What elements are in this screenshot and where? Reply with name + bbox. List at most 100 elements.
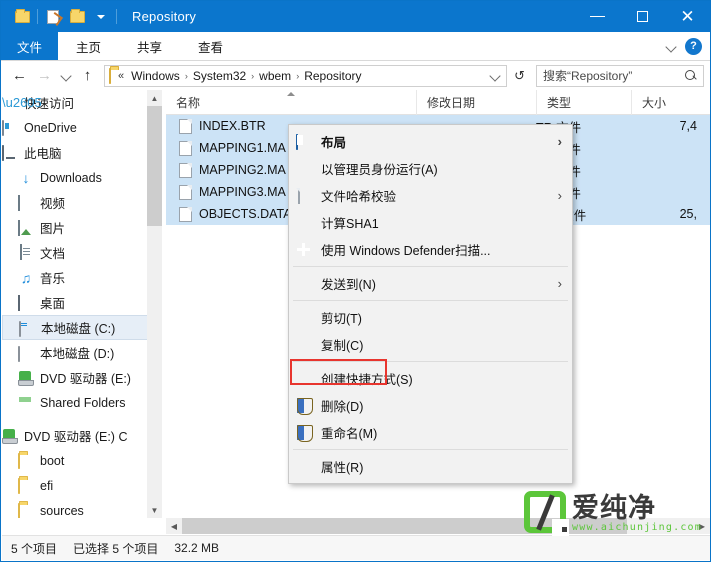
sidebar-item-label: 图片 bbox=[40, 222, 66, 236]
address-breadcrumb-box[interactable]: « Windows › System32 › wbem › Repository bbox=[104, 64, 507, 87]
sidebar-item-this-pc[interactable]: 此电脑 bbox=[2, 140, 154, 165]
file-name: OBJECTS.DATA bbox=[199, 207, 292, 221]
column-label-size: 大小 bbox=[642, 95, 667, 110]
navigation-pane[interactable]: \u2605 快速访问 OneDrive 此电脑 ↓ Downloads 视频 … bbox=[2, 90, 154, 518]
sidebar-item-sources[interactable]: sources bbox=[2, 498, 154, 518]
sidebar-item-music[interactable]: ♫ 音乐 bbox=[2, 265, 154, 290]
file-size-cell: 25, bbox=[679, 207, 697, 221]
context-menu-label: 发送到(N) bbox=[321, 278, 376, 292]
sidebar-item-downloads[interactable]: ↓ Downloads bbox=[2, 165, 154, 190]
up-button[interactable]: ↑ bbox=[75, 63, 100, 88]
sidebar-item-shared-folders[interactable]: Shared Folders bbox=[2, 390, 154, 415]
sidebar-item-videos[interactable]: 视频 bbox=[2, 190, 154, 215]
file-icon bbox=[179, 206, 192, 222]
layout-icon bbox=[295, 133, 313, 151]
sidebar-item-pictures[interactable]: 图片 bbox=[2, 215, 154, 240]
shield-icon bbox=[295, 397, 313, 415]
address-right-controls bbox=[491, 71, 502, 80]
back-button[interactable]: ← bbox=[7, 63, 32, 88]
tab-file[interactable]: 文件 bbox=[1, 32, 59, 60]
chevron-down-icon[interactable] bbox=[667, 42, 676, 51]
file-size-cell: 7,4 bbox=[679, 119, 697, 133]
refresh-button[interactable]: ↻ bbox=[507, 63, 532, 88]
minimize-button[interactable] bbox=[575, 1, 620, 32]
tab-share[interactable]: 共享 bbox=[119, 32, 180, 60]
context-menu-item-run-as-admin[interactable]: 以管理员身份运行(A) bbox=[289, 155, 572, 182]
sidebar-item-label: OneDrive bbox=[24, 120, 77, 135]
scrollbar-thumb[interactable] bbox=[147, 106, 162, 226]
context-menu-label: 重命名(M) bbox=[321, 427, 378, 441]
navigation-pane-scrollbar[interactable]: ▲ ▼ bbox=[147, 90, 162, 518]
context-menu-item-copy[interactable]: 复制(C) bbox=[289, 331, 572, 358]
maximize-button[interactable] bbox=[620, 1, 665, 32]
breadcrumb-item-wbem[interactable]: wbem bbox=[255, 69, 295, 83]
chevron-right-icon: › bbox=[557, 134, 562, 149]
breadcrumb-item-system32[interactable]: System32 bbox=[189, 69, 250, 83]
address-bar-row: ← → ↑ « Windows › System32 › wbem › Repo… bbox=[1, 61, 710, 90]
dvd-drive-icon bbox=[2, 428, 18, 444]
column-header-size[interactable]: 大小 bbox=[631, 89, 701, 115]
sidebar-item-local-disk-c[interactable]: 本地磁盘 (C:) bbox=[2, 315, 154, 340]
this-pc-icon bbox=[2, 144, 18, 161]
breadcrumb-item-windows[interactable]: Windows bbox=[127, 69, 184, 83]
column-label-date: 修改日期 bbox=[427, 95, 476, 110]
close-button[interactable]: ✕ bbox=[665, 1, 710, 32]
context-menu-item-send-to[interactable]: 发送到(N) › bbox=[289, 270, 572, 297]
sidebar-item-local-disk-d[interactable]: 本地磁盘 (D:) bbox=[2, 340, 154, 365]
sidebar-item-label: DVD 驱动器 (E:) bbox=[40, 372, 131, 386]
column-header-date[interactable]: 修改日期 bbox=[416, 89, 536, 115]
search-input[interactable]: 搜索“Repository” bbox=[536, 64, 704, 87]
ribbon-right-controls: ? bbox=[667, 32, 710, 60]
sidebar-item-label: boot bbox=[40, 453, 65, 468]
column-header-type[interactable]: 类型 bbox=[536, 89, 631, 115]
context-menu-item-file-hash[interactable]: 文件哈希校验 › bbox=[289, 182, 572, 209]
new-folder-icon[interactable] bbox=[65, 5, 89, 29]
context-menu-label: 属性(R) bbox=[321, 461, 364, 475]
sidebar-item-dvd-drive-e-root[interactable]: DVD 驱动器 (E:) C bbox=[2, 423, 154, 448]
help-icon[interactable]: ? bbox=[685, 37, 702, 55]
context-menu-item-cut[interactable]: 剪切(T) bbox=[289, 304, 572, 331]
sidebar-item-label: 桌面 bbox=[40, 297, 66, 311]
pin-icon: \u2605 bbox=[2, 94, 42, 110]
scroll-left-icon[interactable]: ◀ bbox=[166, 518, 182, 534]
file-icon bbox=[179, 162, 192, 178]
context-menu-item-defender-scan[interactable]: 使用 Windows Defender扫描... bbox=[289, 236, 572, 263]
folder-icon[interactable] bbox=[10, 5, 34, 29]
customize-chevron-icon[interactable] bbox=[89, 5, 113, 29]
sidebar-item-onedrive[interactable]: OneDrive bbox=[2, 115, 154, 140]
breadcrumb-item-repository[interactable]: Repository bbox=[300, 69, 365, 83]
scroll-up-icon[interactable]: ▲ bbox=[147, 90, 162, 106]
sidebar-item-dvd-drive-e[interactable]: DVD 驱动器 (E:) bbox=[2, 365, 154, 390]
sidebar-item-documents[interactable]: 文档 bbox=[2, 240, 154, 265]
tab-home[interactable]: 主页 bbox=[58, 32, 119, 60]
tab-view[interactable]: 查看 bbox=[180, 32, 241, 60]
context-menu-item-delete[interactable]: 删除(D) bbox=[289, 392, 572, 419]
column-header-name[interactable]: 名称 bbox=[166, 90, 416, 115]
defender-icon bbox=[295, 241, 313, 259]
folder-icon bbox=[18, 452, 34, 469]
context-menu[interactable]: 布局 › 以管理员身份运行(A) 文件哈希校验 › 计算SHA1 使用 Wind… bbox=[288, 124, 573, 484]
context-menu-item-compute-sha1[interactable]: 计算SHA1 bbox=[289, 209, 572, 236]
breadcrumb-overflow[interactable]: « bbox=[115, 70, 127, 82]
sidebar-item-efi[interactable]: efi bbox=[2, 473, 154, 498]
delete-highlight-box bbox=[290, 359, 387, 385]
sidebar-item-boot[interactable]: boot bbox=[2, 448, 154, 473]
context-menu-item-properties[interactable]: 属性(R) bbox=[289, 453, 572, 480]
context-menu-item-rename[interactable]: 重命名(M) bbox=[289, 419, 572, 446]
context-menu-item-layout[interactable]: 布局 › bbox=[289, 128, 572, 155]
chevron-right-icon: › bbox=[557, 188, 562, 203]
window-title: Repository bbox=[132, 9, 197, 24]
scroll-down-icon[interactable]: ▼ bbox=[147, 502, 162, 518]
address-dropdown-icon[interactable] bbox=[491, 71, 500, 80]
file-icon bbox=[179, 118, 192, 134]
recent-locations-icon[interactable] bbox=[57, 63, 75, 88]
dvd-drive-icon bbox=[18, 370, 34, 386]
sidebar-item-quick-access[interactable]: \u2605 快速访问 bbox=[2, 90, 154, 115]
empty-icon bbox=[295, 309, 313, 327]
watermark-name: 爱纯净 bbox=[572, 492, 657, 523]
file-explorer-window: Repository ✕ 文件 主页 共享 查看 ? ← → ↑ « Windo… bbox=[0, 0, 711, 562]
search-icon[interactable] bbox=[685, 69, 697, 82]
sidebar-item-desktop[interactable]: 桌面 bbox=[2, 290, 154, 315]
folder-icon bbox=[18, 502, 34, 518]
properties-doc-icon[interactable] bbox=[41, 5, 65, 29]
